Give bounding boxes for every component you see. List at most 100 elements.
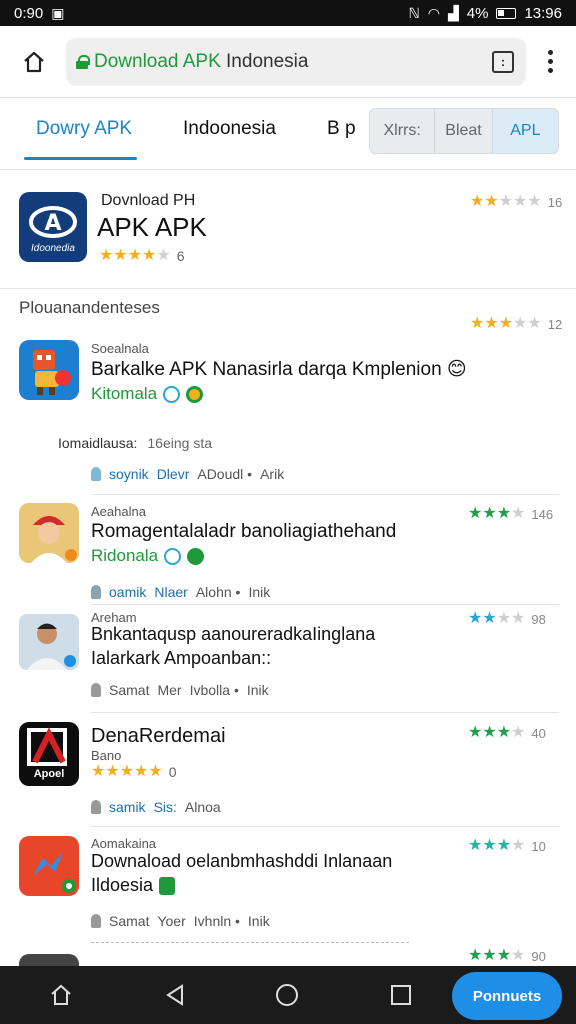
filter-segment-3[interactable]: APL [492, 109, 558, 153]
star-empty-icon: ★ [496, 610, 512, 627]
item-tag: Kitomala [91, 384, 158, 403]
item-rating: ★ ★ ★ ★ 10 [468, 837, 546, 854]
nav-back-button[interactable] [160, 980, 190, 1010]
item-category: Areham [91, 610, 137, 625]
star-filled-icon: ★ [484, 193, 499, 210]
tabs-count: : [501, 54, 505, 69]
wifi-icon: ◠ [427, 5, 440, 21]
filter-segment-1[interactable]: Xlrrs: [370, 109, 436, 153]
star-empty-icon: ★ [527, 193, 542, 210]
star-filled-icon: ★ [496, 837, 512, 854]
item-stars-row: ★ ★ ★ ★ ★ 0 [91, 763, 177, 781]
app-icon-apoel: Apoel [19, 722, 79, 786]
item-rating: ★ ★ ★ ★ 40 [468, 724, 546, 741]
featured-subtitle: Dovnload PH [101, 192, 196, 209]
nav-circle-button[interactable] [272, 980, 302, 1010]
tab-active-indicator [24, 157, 137, 160]
thumb-icon [91, 683, 101, 697]
smile-emoji-icon: 😊 [446, 359, 467, 380]
item-title: Bnkantaqusp aanoureradkaIinglana [91, 624, 376, 644]
tabs-button[interactable]: : [492, 50, 514, 73]
url-bar[interactable]: Download APK Indonesia : [66, 37, 526, 86]
lock-icon [76, 54, 90, 69]
item-title: Romagentalaladr banoliagiathehand [91, 521, 397, 542]
star-filled-icon: ★ [484, 315, 499, 332]
nav-home-button[interactable] [46, 980, 76, 1010]
featured-rating: ★ ★ ★ ★ ★ 6 [99, 247, 185, 265]
item-stars: ★ ★ ★ ★ [468, 948, 525, 964]
star-filled-icon: ★ [105, 763, 120, 780]
fab-button[interactable]: Ponnuets [452, 972, 562, 1020]
item-title-line-2: Ildoesia [91, 875, 154, 895]
item-footer: oamik Nlaer Alohn • Inik [91, 584, 270, 600]
globe-icon [163, 385, 181, 403]
app-icon-messenger [19, 836, 79, 896]
star-filled-icon: ★ [482, 505, 497, 522]
item-stars: ★ ★ ★ ★ [468, 611, 525, 627]
item-subtitle: Bano [91, 748, 122, 763]
item-category: Soealnala [91, 341, 149, 356]
square-recents-icon [391, 985, 411, 1005]
apoel-icon-label: Apoel [33, 768, 65, 780]
home-icon [24, 51, 44, 72]
star-filled-icon: ★ [134, 763, 149, 780]
divider [91, 494, 559, 495]
star-empty-icon: ★ [511, 837, 526, 854]
item-footer: Samat Yoer Ivhnln • Inik [91, 913, 270, 929]
tab-indonesia[interactable]: Indoonesia [183, 118, 276, 140]
filter-segment-2[interactable]: Bleat [435, 109, 493, 153]
category-tabs: Dowry APK Indoonesia B p Xlrrs: Bleat AP… [0, 98, 576, 170]
star-filled-icon: ★ [142, 247, 157, 264]
star-empty-icon: ★ [511, 610, 526, 627]
status-clock: 13:96 [524, 4, 562, 22]
star-filled-icon: ★ [482, 610, 497, 627]
item-tags: Kitomala [91, 384, 204, 404]
status-bar: 0:90 ▣ ℕ ◠ ▟ 4% 13:96 [0, 0, 576, 26]
star-filled-icon: ★ [468, 724, 483, 741]
status-time: 0:90 [14, 4, 44, 22]
star-empty-icon: ★ [513, 193, 528, 210]
svg-text:A: A [44, 211, 61, 236]
star-empty-icon: ★ [511, 724, 526, 741]
featured-rating-count: 6 [176, 248, 185, 264]
home-icon [51, 984, 71, 1005]
item-rating: ★ ★ ★ ★ 146 [468, 505, 554, 522]
item-stars: ★ ★ ★ ★ [468, 725, 525, 741]
featured-icon-label: Idoonedia [31, 243, 75, 254]
app-icon-robot [19, 340, 79, 400]
featured-right-stars: ★ ★ ★ ★ ★ [470, 194, 542, 210]
back-triangle-icon [166, 984, 183, 1006]
star-filled-icon: ★ [148, 763, 163, 780]
divider [91, 942, 409, 943]
tab-bp[interactable]: B p [327, 118, 356, 140]
tab-download-apk[interactable]: Dowry APK [36, 118, 132, 140]
battery-icon [496, 7, 517, 19]
item-footer: Samat Mer Ivbolla • Inik [91, 682, 269, 698]
star-filled-icon: ★ [468, 505, 483, 522]
overflow-menu-button[interactable] [540, 50, 560, 73]
app-icon-avatar-man [19, 614, 79, 670]
section-stars: ★ ★ ★ ★ ★ [470, 316, 542, 332]
item-category: Aeahalna [91, 504, 146, 519]
star-filled-icon: ★ [113, 247, 128, 264]
star-empty-icon: ★ [527, 315, 542, 332]
item-gold-stars: ★ ★ ★ ★ ★ [91, 764, 163, 780]
section-header: Plouanandenteses [19, 298, 160, 317]
star-filled-icon: ★ [468, 610, 483, 627]
url-text: Download APK Indonesia [94, 50, 309, 72]
section-rating: ★ ★ ★ ★ ★ 12 [470, 315, 563, 332]
thumb-icon [91, 467, 101, 481]
star-filled-icon: ★ [470, 315, 485, 332]
item-title: Barkalke APK Nanasirla darqa Kmplenion 😊 [91, 359, 467, 380]
browser-toolbar: Download APK Indonesia : [0, 26, 576, 98]
item-title-line-2-row: Ildoesia [91, 875, 176, 896]
star-filled-icon: ★ [468, 837, 483, 854]
home-button[interactable] [16, 44, 52, 80]
signal-icon: ▟ [447, 5, 459, 21]
featured-title: APK APK [97, 212, 207, 242]
item-title: Downaload oelanbmhashddi Inlanaan [91, 851, 393, 871]
item-footer: samik Sis: Alnoa [91, 799, 221, 815]
item-rating: ★ ★ ★ ★ 90 [468, 947, 546, 964]
star-filled-icon: ★ [470, 193, 485, 210]
nav-recents-button[interactable] [386, 980, 416, 1010]
